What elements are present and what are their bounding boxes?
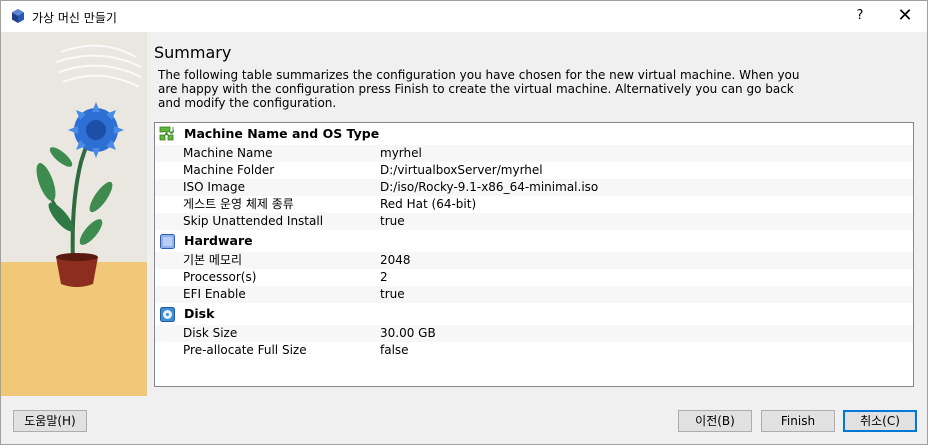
table-row: 기본 메모리 2048 [155, 252, 913, 269]
section-title: Hardware [184, 233, 253, 248]
page-description: The following table summarizes the confi… [158, 68, 800, 110]
table-row: Pre-allocate Full Size false [155, 342, 913, 359]
row-key: Processor(s) [183, 270, 257, 284]
row-value: true [380, 214, 405, 228]
table-row: ISO Image D:/iso/Rocky-9.1-x86_64-minima… [155, 179, 913, 196]
finish-button[interactable]: Finish [761, 410, 835, 432]
section-title: Disk [184, 306, 215, 321]
summary-page: Summary The following table summarizes t… [147, 32, 927, 396]
row-value: Red Hat (64-bit) [380, 197, 477, 211]
table-row: Machine Folder D:/virtualboxServer/myrhe… [155, 162, 913, 179]
page-title: Summary [154, 43, 232, 62]
row-value: 30.00 GB [380, 326, 436, 340]
row-value: 2048 [380, 253, 411, 267]
table-row: Disk Size 30.00 GB [155, 325, 913, 342]
row-value: 2 [380, 270, 388, 284]
table-row: Processor(s) 2 [155, 269, 913, 286]
row-value: true [380, 287, 405, 301]
row-value: D:/virtualboxServer/myrhel [380, 163, 543, 177]
row-key: Skip Unattended Install [183, 214, 324, 228]
chip-icon [160, 234, 175, 249]
table-row: EFI Enable true [155, 286, 913, 303]
summary-table[interactable]: Machine Name and OS Type Machine Name my… [154, 122, 914, 387]
row-key: Machine Folder [183, 163, 275, 177]
row-value: myrhel [380, 146, 422, 160]
title-bar: 가상 머신 만들기 ? ✕ [1, 1, 927, 32]
help-button[interactable]: 도움말(H) [13, 410, 87, 432]
table-row: Machine Name myrhel [155, 145, 913, 162]
row-value: D:/iso/Rocky-9.1-x86_64-minimal.iso [380, 180, 599, 194]
back-button[interactable]: 이전(B) [678, 410, 752, 432]
wizard-window: 가상 머신 만들기 ? ✕ Summary The following tabl… [0, 0, 928, 445]
wizard-illustration [1, 32, 147, 396]
disk-icon [160, 307, 175, 322]
row-key: Disk Size [183, 326, 238, 340]
row-key: 게스트 운영 체제 종류 [183, 197, 294, 211]
close-button[interactable]: ✕ [894, 5, 916, 27]
section-hardware: Hardware [155, 230, 913, 252]
row-key: 기본 메모리 [183, 253, 243, 267]
row-key: Machine Name [183, 146, 273, 160]
button-bar: 도움말(H) 이전(B) Finish 취소(C) [1, 396, 927, 444]
window-title: 가상 머신 만들기 [32, 11, 117, 25]
cancel-button[interactable]: 취소(C) [843, 410, 917, 432]
section-machine-name-os-type: Machine Name and OS Type [155, 123, 913, 145]
row-key: ISO Image [183, 180, 245, 194]
table-row: 게스트 운영 체제 종류 Red Hat (64-bit) [155, 196, 913, 213]
row-value: false [380, 343, 409, 357]
virtualbox-icon [12, 9, 24, 23]
row-key: EFI Enable [183, 287, 246, 301]
section-title: Machine Name and OS Type [184, 126, 380, 141]
section-disk: Disk [155, 303, 913, 325]
table-row: Skip Unattended Install true [155, 213, 913, 230]
help-title-button[interactable]: ? [849, 5, 871, 27]
puzzle-icon [159, 126, 174, 141]
row-key: Pre-allocate Full Size [183, 343, 307, 357]
